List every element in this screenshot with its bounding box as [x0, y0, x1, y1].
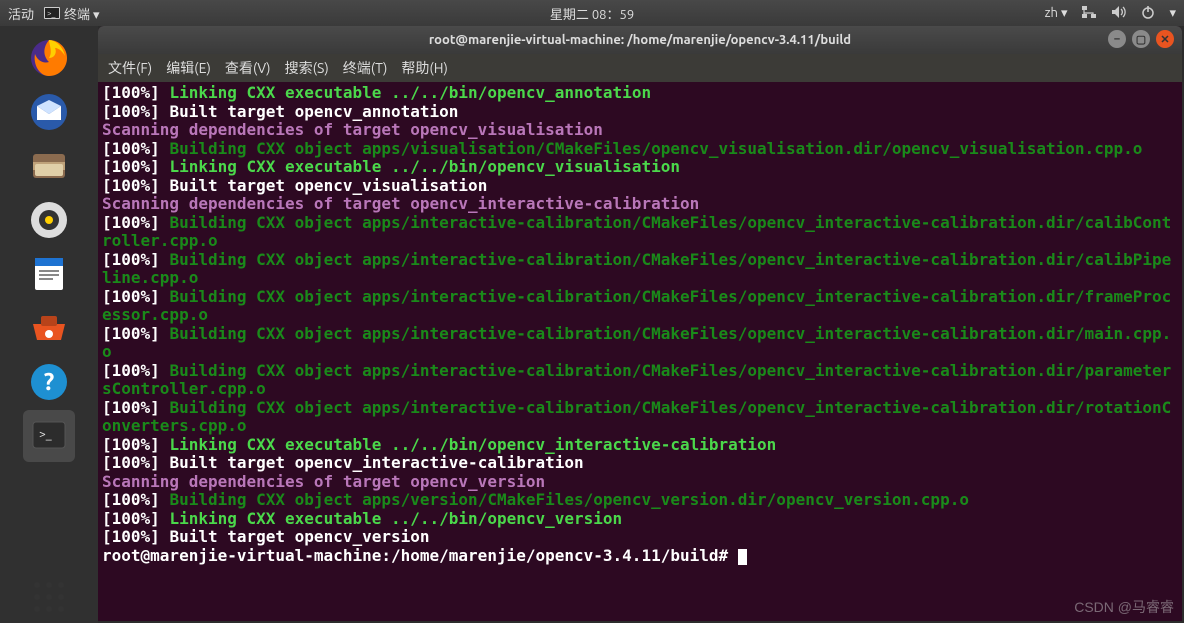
app-menu[interactable]: >_ 终端 ▾	[44, 4, 100, 23]
network-icon[interactable]	[1081, 5, 1097, 22]
window-close-button[interactable]: ✕	[1156, 30, 1174, 48]
clock[interactable]: 星期二 08：59	[550, 4, 634, 23]
menu-terminal[interactable]: 终端(T)	[343, 58, 388, 78]
svg-text:>_: >_	[39, 428, 52, 441]
dock: ? >_	[0, 26, 98, 623]
window-titlebar[interactable]: root@marenjie-virtual-machine: /home/mar…	[98, 26, 1182, 54]
power-icon[interactable]	[1141, 5, 1155, 22]
svg-text:>_: >_	[47, 9, 56, 18]
watermark: CSDN @马睿睿	[1074, 597, 1174, 617]
terminal-window: root@marenjie-virtual-machine: /home/mar…	[98, 26, 1182, 621]
dock-files[interactable]	[23, 140, 75, 192]
menu-edit[interactable]: 编辑(E)	[166, 58, 211, 78]
menu-file[interactable]: 文件(F)	[108, 58, 152, 78]
menu-help[interactable]: 帮助(H)	[401, 58, 448, 78]
app-menu-label: 终端 ▾	[64, 4, 100, 23]
terminal-output[interactable]: [100%] Linking CXX executable ../../bin/…	[98, 82, 1182, 621]
svg-text:?: ?	[44, 368, 55, 395]
activities-button[interactable]: 活动	[8, 4, 34, 23]
menu-search[interactable]: 搜索(S)	[285, 58, 329, 78]
menubar: 文件(F) 编辑(E) 查看(V) 搜索(S) 终端(T) 帮助(H)	[98, 54, 1182, 82]
window-maximize-button[interactable]: ▢	[1132, 30, 1150, 48]
input-source[interactable]: zh ▾	[1045, 6, 1068, 21]
dock-apps-grid[interactable]	[23, 571, 75, 623]
gnome-topbar: 活动 >_ 终端 ▾ 星期二 08：59 zh ▾ ▾	[0, 0, 1184, 26]
terminal-icon: >_	[44, 7, 60, 19]
window-minimize-button[interactable]: –	[1108, 30, 1126, 48]
dock-help[interactable]: ?	[23, 356, 75, 408]
menu-view[interactable]: 查看(V)	[225, 58, 271, 78]
dock-rhythmbox[interactable]	[23, 194, 75, 246]
dock-thunderbird[interactable]	[23, 86, 75, 138]
dock-software[interactable]	[23, 302, 75, 354]
dock-writer[interactable]	[23, 248, 75, 300]
window-title: root@marenjie-virtual-machine: /home/mar…	[429, 33, 851, 47]
volume-icon[interactable]	[1111, 5, 1127, 22]
system-menu-chevron-icon[interactable]: ▾	[1169, 6, 1176, 21]
dock-firefox[interactable]	[23, 32, 75, 84]
dock-terminal[interactable]: >_	[23, 410, 75, 462]
